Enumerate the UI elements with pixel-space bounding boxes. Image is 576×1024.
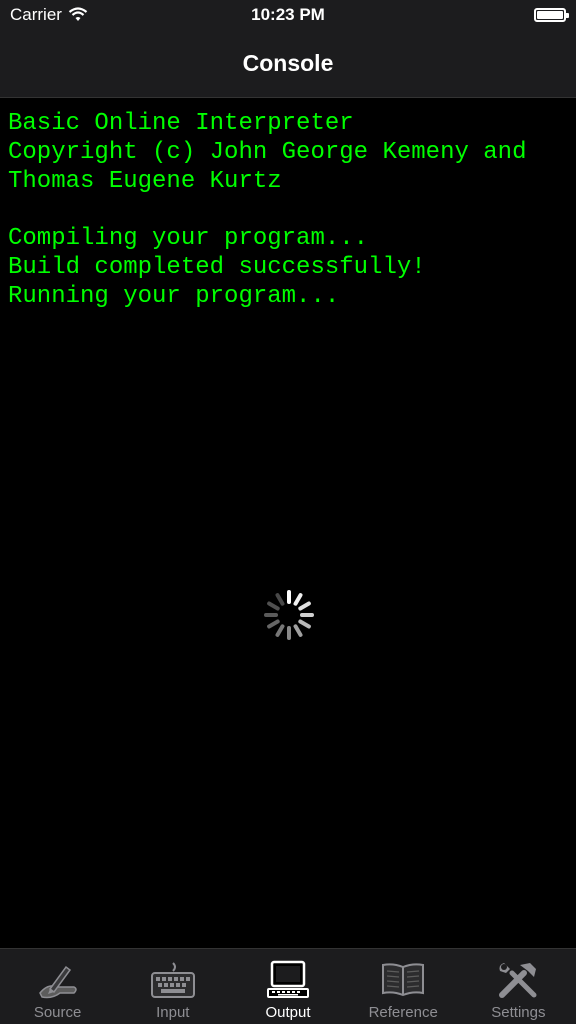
- tab-label: Input: [156, 1004, 190, 1021]
- keyboard-icon: [150, 962, 195, 998]
- monitor-icon: [267, 960, 309, 998]
- tab-label: Reference: [368, 1004, 438, 1021]
- console-line: Thomas Eugene Kurtz: [8, 167, 282, 195]
- tools-icon: [499, 963, 537, 998]
- loading-spinner-icon: [264, 590, 314, 640]
- pen-hand-icon: [38, 965, 77, 999]
- tab-label: Output: [265, 1004, 311, 1021]
- tab-output[interactable]: Output: [230, 949, 345, 1024]
- console-text: Basic Online Interpreter Copyright (c) J…: [8, 110, 572, 312]
- tab-label: Source: [33, 1004, 82, 1021]
- console-output[interactable]: Basic Online Interpreter Copyright (c) J…: [0, 98, 576, 948]
- tab-bar: Source Input Output Reference Settings: [0, 948, 576, 1024]
- page-title: Console: [242, 50, 334, 76]
- console-line: Compiling your program...: [8, 225, 369, 253]
- console-line: Running your program...: [8, 282, 340, 310]
- status-battery-group: [534, 8, 569, 22]
- console-line: Basic Online Interpreter: [8, 110, 354, 137]
- status-bar: Carrier 10:23 PM: [0, 0, 576, 32]
- tab-reference[interactable]: Reference: [346, 949, 461, 1024]
- tab-label: Settings: [491, 1004, 546, 1021]
- battery-icon: [534, 8, 569, 22]
- console-line: Copyright (c) John George Kemeny and: [8, 138, 527, 166]
- tab-source[interactable]: Source: [0, 949, 115, 1024]
- tab-settings[interactable]: Settings: [461, 949, 576, 1024]
- status-time: 10:23 PM: [251, 5, 325, 24]
- tab-input[interactable]: Input: [115, 949, 230, 1024]
- navigation-bar: Console: [0, 32, 576, 98]
- console-line: Build completed successfully!: [8, 253, 426, 281]
- app-screen: Carrier 10:23 PM Console Basic Online In…: [0, 0, 576, 1024]
- book-icon: [382, 963, 425, 997]
